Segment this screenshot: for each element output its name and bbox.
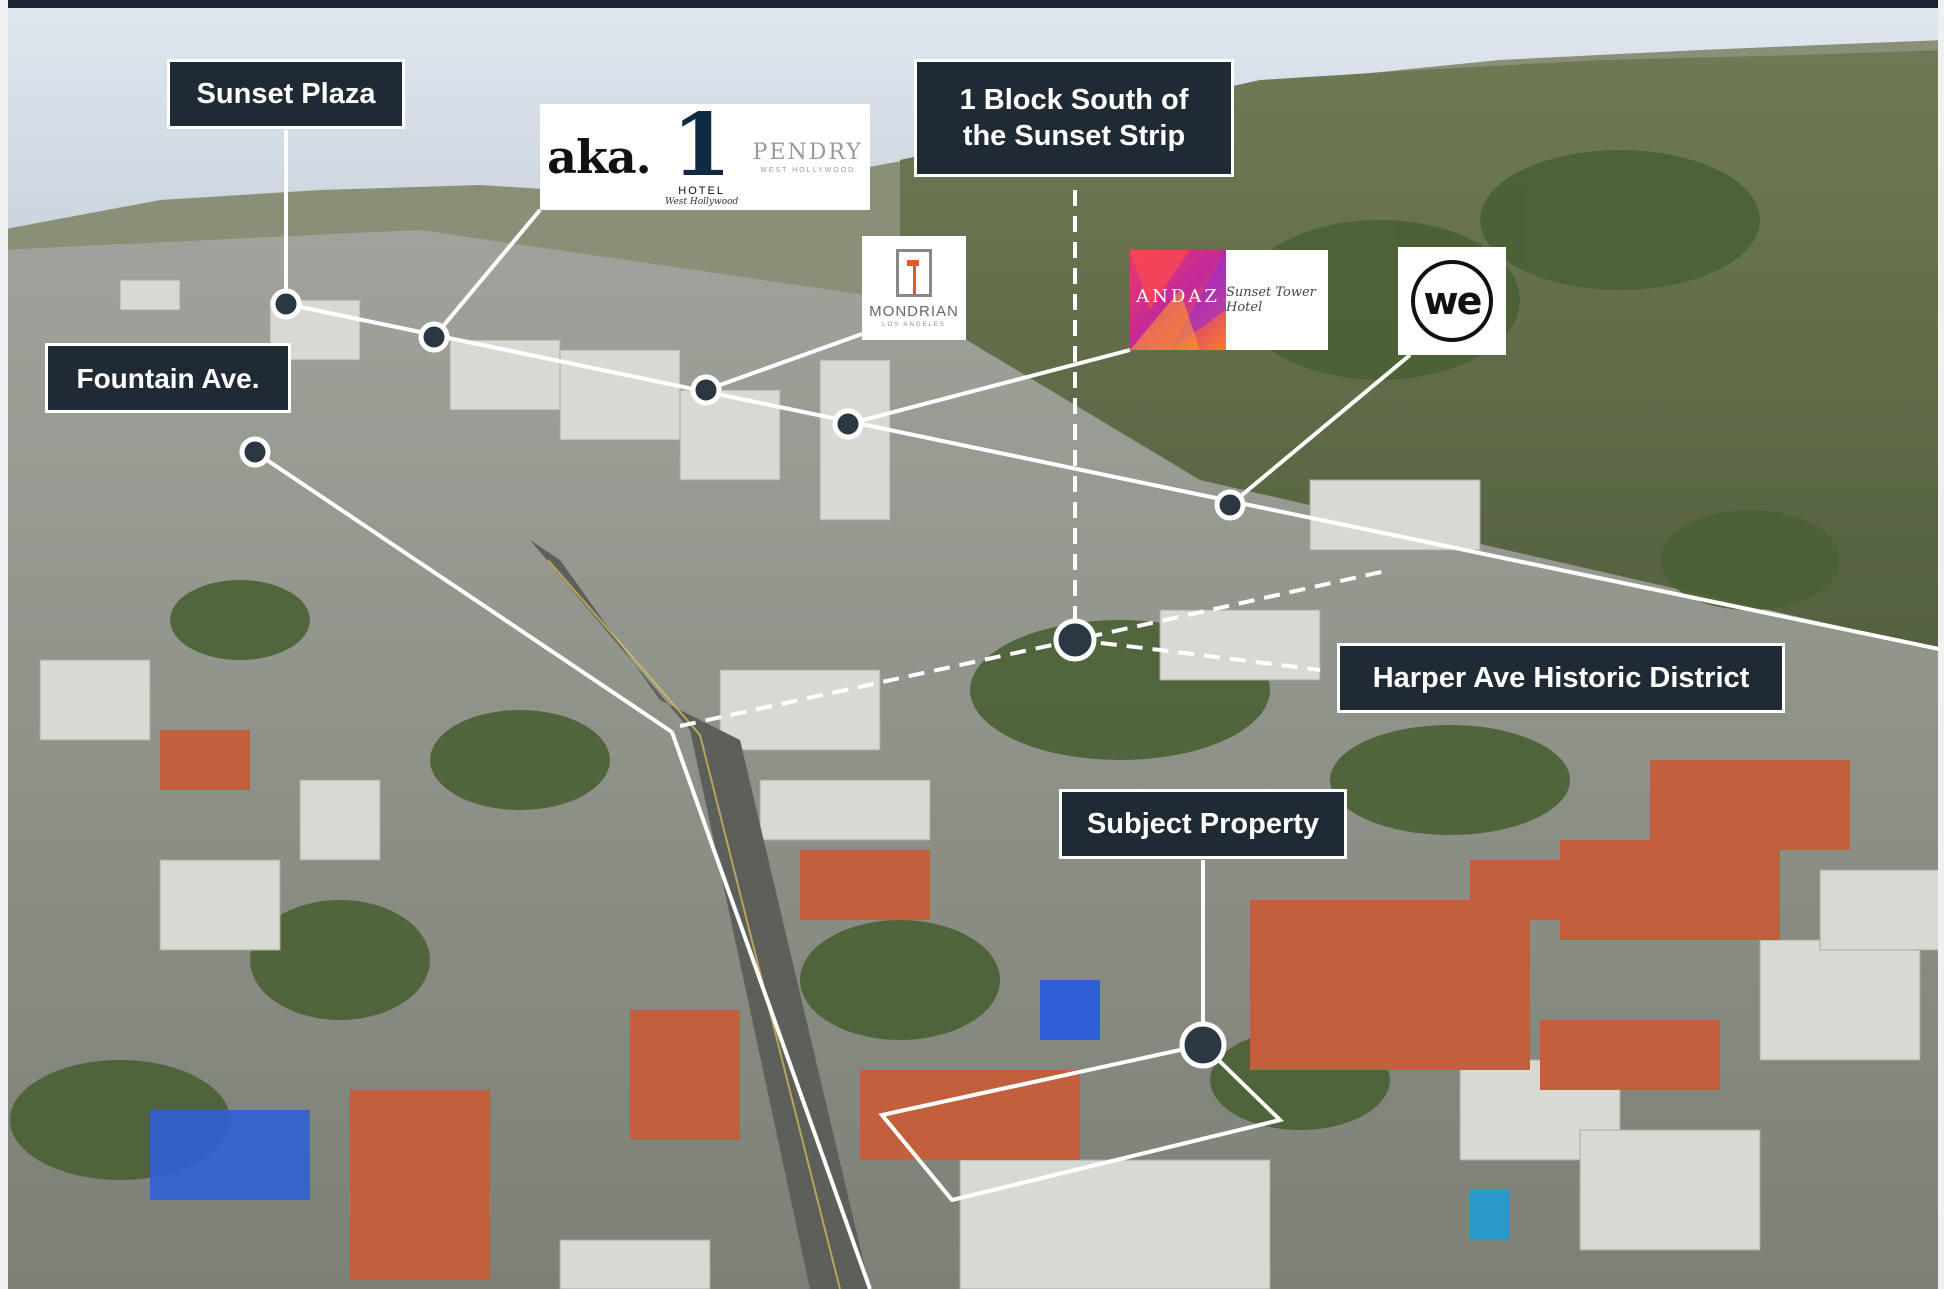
one-hotel-numeral: 1 — [671, 95, 732, 196]
wework-wordmark: we — [1423, 279, 1483, 323]
marker-harper-ave — [1053, 618, 1097, 662]
mondrian-mark-icon — [895, 248, 932, 297]
pendry-sub: WEST HOLLYWOOD — [760, 167, 856, 174]
aerial-photo — [0, 0, 1944, 1289]
left-border — [0, 0, 8, 1289]
mondrian-logo: MONDRIAN LOS ANGELES — [869, 248, 959, 328]
andaz-wordmark: ANDAZ — [1136, 286, 1220, 307]
top-border — [0, 0, 1944, 8]
marker-wework — [1214, 489, 1246, 521]
one-hotel-word: HOTEL — [678, 185, 725, 197]
andaz-logo: ANDAZ — [1130, 250, 1226, 350]
logo-card-andaz-sunset-tower: ANDAZ Sunset Tower Hotel — [1130, 250, 1328, 350]
one-hotel-logo: 1 HOTEL West Hollywood — [664, 95, 739, 208]
mondrian-sub: LOS ANGELES — [882, 321, 946, 328]
label-fountain-ave: Fountain Ave. — [45, 343, 291, 413]
pendry-wordmark: PENDRY — [752, 140, 863, 165]
logo-card-wework: we — [1398, 247, 1506, 355]
aerial-map: Sunset Plaza Fountain Ave. 1 Block South… — [0, 0, 1944, 1289]
wework-logo: we — [1411, 260, 1493, 342]
logo-card-mondrian: MONDRIAN LOS ANGELES — [862, 236, 966, 340]
sunset-tower-logo: Sunset Tower Hotel — [1226, 285, 1328, 315]
label-sunset-strip-line2: the Sunset Strip — [962, 120, 1186, 152]
marker-mondrian — [690, 374, 722, 406]
pendry-logo: PENDRY WEST HOLLYWOOD — [753, 140, 863, 174]
aka-logo: aka. — [547, 130, 651, 184]
label-subject-property-text: Subject Property — [1086, 807, 1320, 840]
label-sunset-plaza-text: Sunset Plaza — [196, 77, 376, 110]
sunset-tower-wordmark: Sunset Tower Hotel — [1226, 285, 1316, 315]
marker-andaz-sunset-tower — [832, 408, 864, 440]
label-subject-property: Subject Property — [1059, 789, 1347, 859]
label-sunset-strip: 1 Block South of the Sunset Strip — [914, 59, 1234, 177]
marker-subject-property — [1179, 1021, 1227, 1069]
logo-card-aka-1hotel-pendry: aka. 1 HOTEL West Hollywood PENDRY WEST … — [540, 95, 870, 210]
label-harper-ave: Harper Ave Historic District — [1337, 643, 1785, 713]
right-border — [1938, 0, 1944, 1289]
marker-sunset-plaza — [270, 288, 302, 320]
marker-fountain-ave — [239, 436, 271, 468]
label-sunset-strip-line1: 1 Block South of — [959, 83, 1189, 116]
label-fountain-ave-text: Fountain Ave. — [76, 362, 260, 394]
mondrian-wordmark: MONDRIAN — [869, 302, 959, 320]
label-harper-ave-text: Harper Ave Historic District — [1372, 661, 1750, 694]
one-hotel-script: West Hollywood — [664, 197, 739, 207]
marker-aka-1hotel-pendry — [418, 321, 450, 353]
label-sunset-plaza: Sunset Plaza — [167, 59, 405, 129]
